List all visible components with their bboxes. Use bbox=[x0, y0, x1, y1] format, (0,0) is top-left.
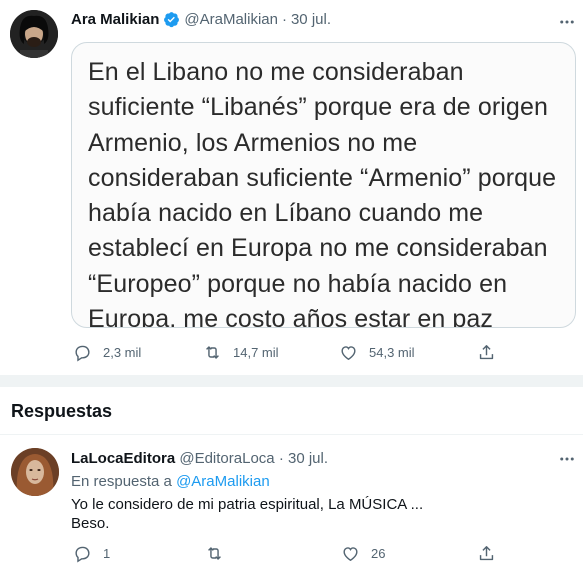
reply-icon bbox=[75, 546, 90, 563]
reply-count: 2,3 mil bbox=[103, 345, 142, 360]
reply-text-line: Yo le considero de mi patria espiritual,… bbox=[71, 496, 424, 513]
author-handle[interactable]: @AraMalikian bbox=[184, 11, 278, 28]
retweet-count: 14,7 mil bbox=[233, 345, 279, 360]
in-reply-handle-link[interactable]: @AraMalikian bbox=[176, 473, 270, 490]
reply-button[interactable]: 2,3 mil bbox=[73, 343, 141, 362]
heart-icon bbox=[343, 547, 358, 562]
reply-avatar[interactable] bbox=[11, 448, 59, 496]
reply-reply-button[interactable]: 1 bbox=[73, 544, 110, 563]
verified-badge-icon bbox=[163, 11, 180, 28]
reply-like-button[interactable]: 26 bbox=[341, 544, 385, 563]
reply-reply-count: 1 bbox=[103, 546, 111, 561]
reply-like-count: 26 bbox=[371, 546, 386, 561]
reply-text: Yo le considero de mi patria espiritual,… bbox=[71, 495, 551, 533]
separator: · bbox=[281, 11, 287, 28]
avatar[interactable] bbox=[10, 10, 58, 58]
image-text: En el Libano no me consideraban suficien… bbox=[88, 58, 557, 328]
reply-more-options-icon[interactable] bbox=[555, 449, 579, 469]
separator: · bbox=[278, 450, 284, 467]
like-count: 54,3 mil bbox=[369, 345, 415, 360]
reply-author-handle[interactable]: @EditoraLoca bbox=[179, 450, 274, 467]
retweet-icon bbox=[208, 547, 221, 560]
section-divider bbox=[0, 375, 583, 387]
divider bbox=[0, 434, 583, 435]
reply-date[interactable]: 30 jul. bbox=[288, 450, 328, 467]
tweet-header: Ara Malikian @AraMalikian · 30 jul. bbox=[71, 11, 331, 28]
in-reply-to: En respuesta a @AraMalikian bbox=[71, 473, 270, 490]
tweet: Ara Malikian @AraMalikian · 30 jul. En e… bbox=[0, 0, 583, 375]
reply-icon bbox=[75, 345, 90, 362]
reply-text-line: Beso. bbox=[71, 515, 110, 532]
section-title: Respuestas bbox=[11, 401, 113, 421]
author-name[interactable]: Ara Malikian bbox=[71, 11, 159, 28]
share-button[interactable] bbox=[477, 343, 496, 362]
like-button[interactable]: 54,3 mil bbox=[339, 343, 415, 362]
tweet-image[interactable]: En el Libano no me consideraban suficien… bbox=[71, 42, 576, 328]
tweet-date[interactable]: 30 jul. bbox=[291, 11, 331, 28]
reply-author-name[interactable]: LaLocaEditora bbox=[71, 450, 175, 467]
in-reply-prefix: En respuesta a bbox=[71, 473, 172, 490]
retweet-icon bbox=[206, 346, 219, 359]
reply-header: LaLocaEditora @EditoraLoca · 30 jul. bbox=[71, 450, 328, 467]
reply-retweet-button[interactable] bbox=[205, 544, 224, 563]
retweet-button[interactable]: 14,7 mil bbox=[203, 343, 279, 362]
heart-icon bbox=[341, 346, 356, 361]
share-icon bbox=[479, 345, 494, 360]
share-icon bbox=[479, 546, 494, 561]
more-options-icon[interactable] bbox=[555, 12, 579, 32]
reply-share-button[interactable] bbox=[477, 544, 496, 563]
